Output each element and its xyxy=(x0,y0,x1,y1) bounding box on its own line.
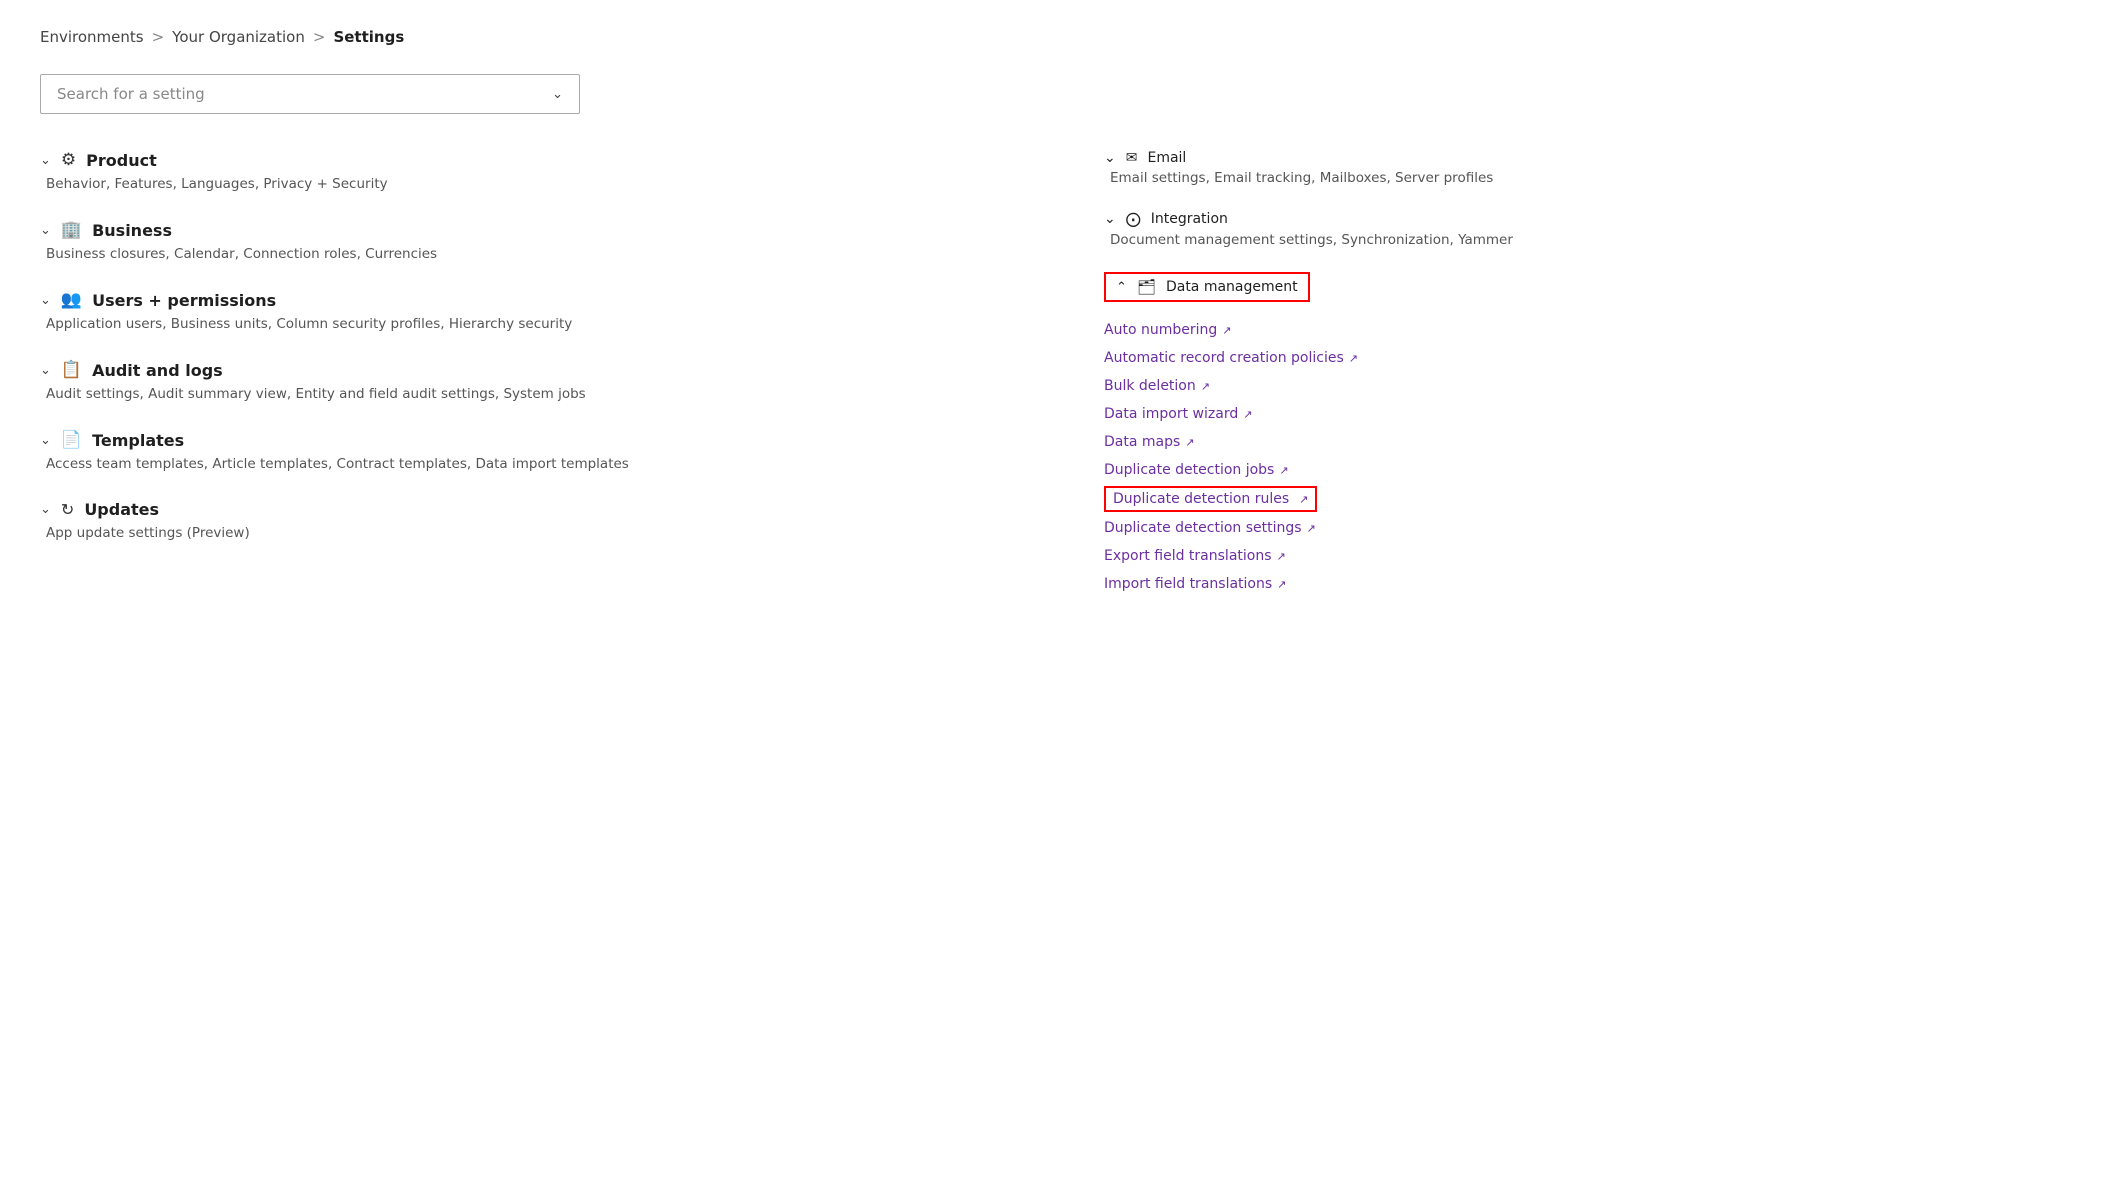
content-grid: ⌄ ⚙ Product Behavior, Features, Language… xyxy=(40,150,2088,620)
section-email: ⌄ ✉ Email Email settings, Email tracking… xyxy=(1104,150,2088,186)
chevron-data-mgmt-icon: ⌃ xyxy=(1116,280,1127,295)
external-link-icon: ↗ xyxy=(1299,493,1308,506)
integration-icon: ⨀ xyxy=(1126,210,1141,228)
breadcrumb-environments[interactable]: Environments xyxy=(40,28,144,46)
section-business-title[interactable]: Business xyxy=(92,221,172,240)
data-mgmt-icon: 🗂 xyxy=(1137,278,1156,296)
external-link-icon: ↗ xyxy=(1243,408,1252,421)
link-duplicate-detection-jobs[interactable]: Duplicate detection jobs ↗ xyxy=(1104,458,2088,482)
external-link-icon: ↗ xyxy=(1279,464,1288,477)
updates-icon: ↻ xyxy=(61,500,74,519)
breadcrumb: Environments > Your Organization > Setti… xyxy=(40,28,2088,46)
link-auto-record-creation[interactable]: Automatic record creation policies ↗ xyxy=(1104,346,2088,370)
section-product-title[interactable]: Product xyxy=(86,151,157,170)
search-bar[interactable]: Search for a setting ⌄ xyxy=(40,74,580,114)
link-auto-numbering[interactable]: Auto numbering ↗ xyxy=(1104,318,2088,342)
section-integration: ⌄ ⨀ Integration Document management sett… xyxy=(1104,210,2088,248)
section-email-desc: Email settings, Email tracking, Mailboxe… xyxy=(1106,170,2088,186)
section-users-desc: Application users, Business units, Colum… xyxy=(42,316,1024,332)
section-audit-logs: ⌄ 📋 Audit and logs Audit settings, Audit… xyxy=(40,360,1024,402)
external-link-icon: ↗ xyxy=(1307,522,1316,535)
external-link-icon: ↗ xyxy=(1185,436,1194,449)
chevron-product-icon: ⌄ xyxy=(40,153,51,168)
business-icon: 🏢 xyxy=(61,220,82,240)
external-link-icon: ↗ xyxy=(1277,550,1286,563)
link-export-field-translations[interactable]: Export field translations ↗ xyxy=(1104,544,2088,568)
chevron-business-icon: ⌄ xyxy=(40,223,51,238)
section-integration-title[interactable]: Integration xyxy=(1151,211,1228,227)
section-audit-desc: Audit settings, Audit summary view, Enti… xyxy=(42,386,1024,402)
section-product: ⌄ ⚙ Product Behavior, Features, Language… xyxy=(40,150,1024,192)
breadcrumb-settings: Settings xyxy=(333,28,404,46)
data-management-links: Auto numbering ↗ Automatic record creati… xyxy=(1104,318,2088,596)
chevron-users-icon: ⌄ xyxy=(40,293,51,308)
section-updates-desc: App update settings (Preview) xyxy=(42,525,1024,541)
chevron-updates-icon: ⌄ xyxy=(40,502,51,517)
section-integration-desc: Document management settings, Synchroniz… xyxy=(1106,232,2088,248)
email-icon: ✉ xyxy=(1126,150,1138,166)
section-templates: ⌄ 📄 Templates Access team templates, Art… xyxy=(40,430,1024,472)
section-business: ⌄ 🏢 Business Business closures, Calendar… xyxy=(40,220,1024,262)
link-bulk-deletion[interactable]: Bulk deletion ↗ xyxy=(1104,374,2088,398)
section-templates-title[interactable]: Templates xyxy=(92,431,184,450)
link-data-import-wizard[interactable]: Data import wizard ↗ xyxy=(1104,402,2088,426)
audit-icon: 📋 xyxy=(61,360,82,380)
search-placeholder: Search for a setting xyxy=(57,85,205,103)
section-data-management: ⌃ 🗂 Data management Auto numbering ↗ Aut… xyxy=(1104,272,2088,596)
section-updates-title[interactable]: Updates xyxy=(84,500,159,519)
external-link-icon: ↗ xyxy=(1222,324,1231,337)
right-column: ⌄ ✉ Email Email settings, Email tracking… xyxy=(1104,150,2088,620)
section-business-desc: Business closures, Calendar, Connection … xyxy=(42,246,1024,262)
chevron-integration-icon: ⌄ xyxy=(1104,211,1116,227)
section-data-mgmt-title[interactable]: Data management xyxy=(1166,279,1298,295)
section-email-title[interactable]: Email xyxy=(1147,150,1186,166)
section-templates-desc: Access team templates, Article templates… xyxy=(42,456,1024,472)
section-updates: ⌄ ↻ Updates App update settings (Preview… xyxy=(40,500,1024,541)
section-users-title[interactable]: Users + permissions xyxy=(92,291,276,310)
users-icon: 👥 xyxy=(61,290,82,310)
breadcrumb-org[interactable]: Your Organization xyxy=(172,28,305,46)
chevron-templates-icon: ⌄ xyxy=(40,433,51,448)
external-link-icon: ↗ xyxy=(1201,380,1210,393)
chevron-down-icon: ⌄ xyxy=(552,87,563,102)
link-duplicate-detection-settings[interactable]: Duplicate detection settings ↗ xyxy=(1104,516,2088,540)
breadcrumb-sep2: > xyxy=(313,28,326,46)
templates-icon: 📄 xyxy=(61,430,82,450)
section-users-permissions: ⌄ 👥 Users + permissions Application user… xyxy=(40,290,1024,332)
left-column: ⌄ ⚙ Product Behavior, Features, Language… xyxy=(40,150,1024,620)
breadcrumb-sep1: > xyxy=(152,28,165,46)
link-data-maps[interactable]: Data maps ↗ xyxy=(1104,430,2088,454)
link-import-field-translations[interactable]: Import field translations ↗ xyxy=(1104,572,2088,596)
chevron-email-icon: ⌄ xyxy=(1104,150,1116,166)
product-gear-icon: ⚙ xyxy=(61,150,76,170)
external-link-icon: ↗ xyxy=(1277,578,1286,591)
section-product-desc: Behavior, Features, Languages, Privacy +… xyxy=(42,176,1024,192)
chevron-audit-icon: ⌄ xyxy=(40,363,51,378)
link-duplicate-detection-rules[interactable]: Duplicate detection rules ↗ xyxy=(1113,491,1308,507)
external-link-icon: ↗ xyxy=(1349,352,1358,365)
section-audit-title[interactable]: Audit and logs xyxy=(92,361,223,380)
